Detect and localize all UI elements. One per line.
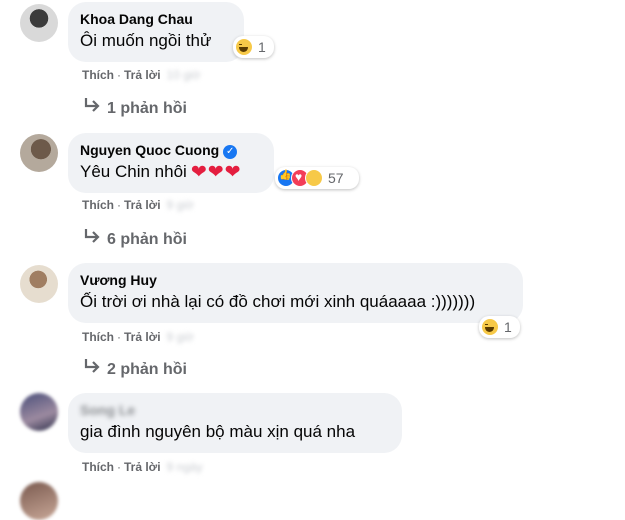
comment-text-body: Yêu Chin nhôi	[80, 162, 187, 181]
haha-reaction-icon	[235, 38, 253, 56]
timestamp[interactable]: 9 giờ	[167, 198, 194, 212]
view-replies-link[interactable]: 1 phản hồi	[83, 97, 187, 118]
avatar[interactable]	[20, 393, 58, 431]
reply-arrow-icon	[83, 228, 101, 249]
comment-bubble: Vương Huy Ối trời ơi nhà lại có đồ chơi …	[68, 263, 523, 323]
avatar[interactable]	[20, 482, 58, 520]
avatar[interactable]	[20, 4, 58, 42]
timestamp[interactable]: 9 giờ	[167, 330, 194, 344]
care-reaction-icon	[305, 169, 323, 187]
like-link[interactable]: Thích	[82, 460, 114, 474]
heart-emoji-icon: ❤❤❤	[190, 162, 242, 183]
timestamp[interactable]: 10 giờ	[167, 68, 201, 82]
like-link[interactable]: Thích	[82, 330, 114, 344]
replies-count: 1 phản hồi	[107, 100, 187, 117]
reply-link[interactable]: Trả lời	[124, 68, 161, 82]
reaction-summary[interactable]: 1	[479, 316, 520, 338]
reply-link[interactable]: Trả lời	[124, 460, 161, 474]
timestamp[interactable]: 9 ngày	[167, 460, 203, 474]
like-link[interactable]: Thích	[82, 68, 114, 82]
comment-bubble: Khoa Dang Chau Ôi muốn ngồi thử	[68, 2, 244, 62]
verified-badge-icon: ✓	[223, 145, 238, 159]
avatar[interactable]	[20, 134, 58, 172]
comment-actions: Thích · Trả lời 9 giờ	[82, 198, 194, 212]
comment-text: Yêu Chin nhôi ❤❤❤	[80, 161, 262, 184]
comment-text: Ôi muốn ngồi thử	[80, 31, 212, 50]
reply-arrow-icon	[83, 97, 101, 118]
author-name[interactable]: Nguyen Quoc Cuong	[80, 142, 219, 158]
reaction-count: 1	[504, 319, 512, 335]
view-replies-link[interactable]: 2 phản hồi	[83, 358, 187, 379]
comment-actions: Thích · Trả lời 9 giờ	[82, 330, 194, 344]
comment-author[interactable]: Khoa Dang Chau	[80, 10, 232, 28]
reaction-count: 57	[328, 170, 344, 186]
comment-text: Ối trời ơi nhà lại có đồ chơi mới xinh q…	[80, 292, 476, 311]
reply-link[interactable]: Trả lời	[124, 198, 161, 212]
reply-link[interactable]: Trả lời	[124, 330, 161, 344]
comment-author[interactable]: Vương Huy	[80, 271, 511, 289]
reply-arrow-icon	[83, 358, 101, 379]
replies-count: 2 phản hồi	[107, 361, 187, 378]
reaction-count: 1	[258, 39, 266, 55]
comment-author[interactable]: Song Le	[80, 401, 390, 419]
haha-reaction-icon	[481, 318, 499, 336]
comment-actions: Thích · Trả lời 9 ngày	[82, 460, 203, 474]
comment-bubble: Nguyen Quoc Cuong ✓ Yêu Chin nhôi ❤❤❤	[68, 133, 274, 193]
comment-bubble: Song Le gia đình nguyên bộ màu xịn quá n…	[68, 393, 402, 453]
reaction-summary[interactable]: 1	[233, 36, 274, 58]
comment-author[interactable]: Nguyen Quoc Cuong ✓	[80, 141, 262, 159]
like-link[interactable]: Thích	[82, 198, 114, 212]
comment-actions: Thích · Trả lời 10 giờ	[82, 68, 201, 82]
avatar[interactable]	[20, 265, 58, 303]
view-replies-link[interactable]: 6 phản hồi	[83, 228, 187, 249]
reaction-summary[interactable]: 57	[275, 167, 359, 189]
comment-text: gia đình nguyên bộ màu xịn quá nha	[80, 422, 356, 441]
replies-count: 6 phản hồi	[107, 231, 187, 248]
